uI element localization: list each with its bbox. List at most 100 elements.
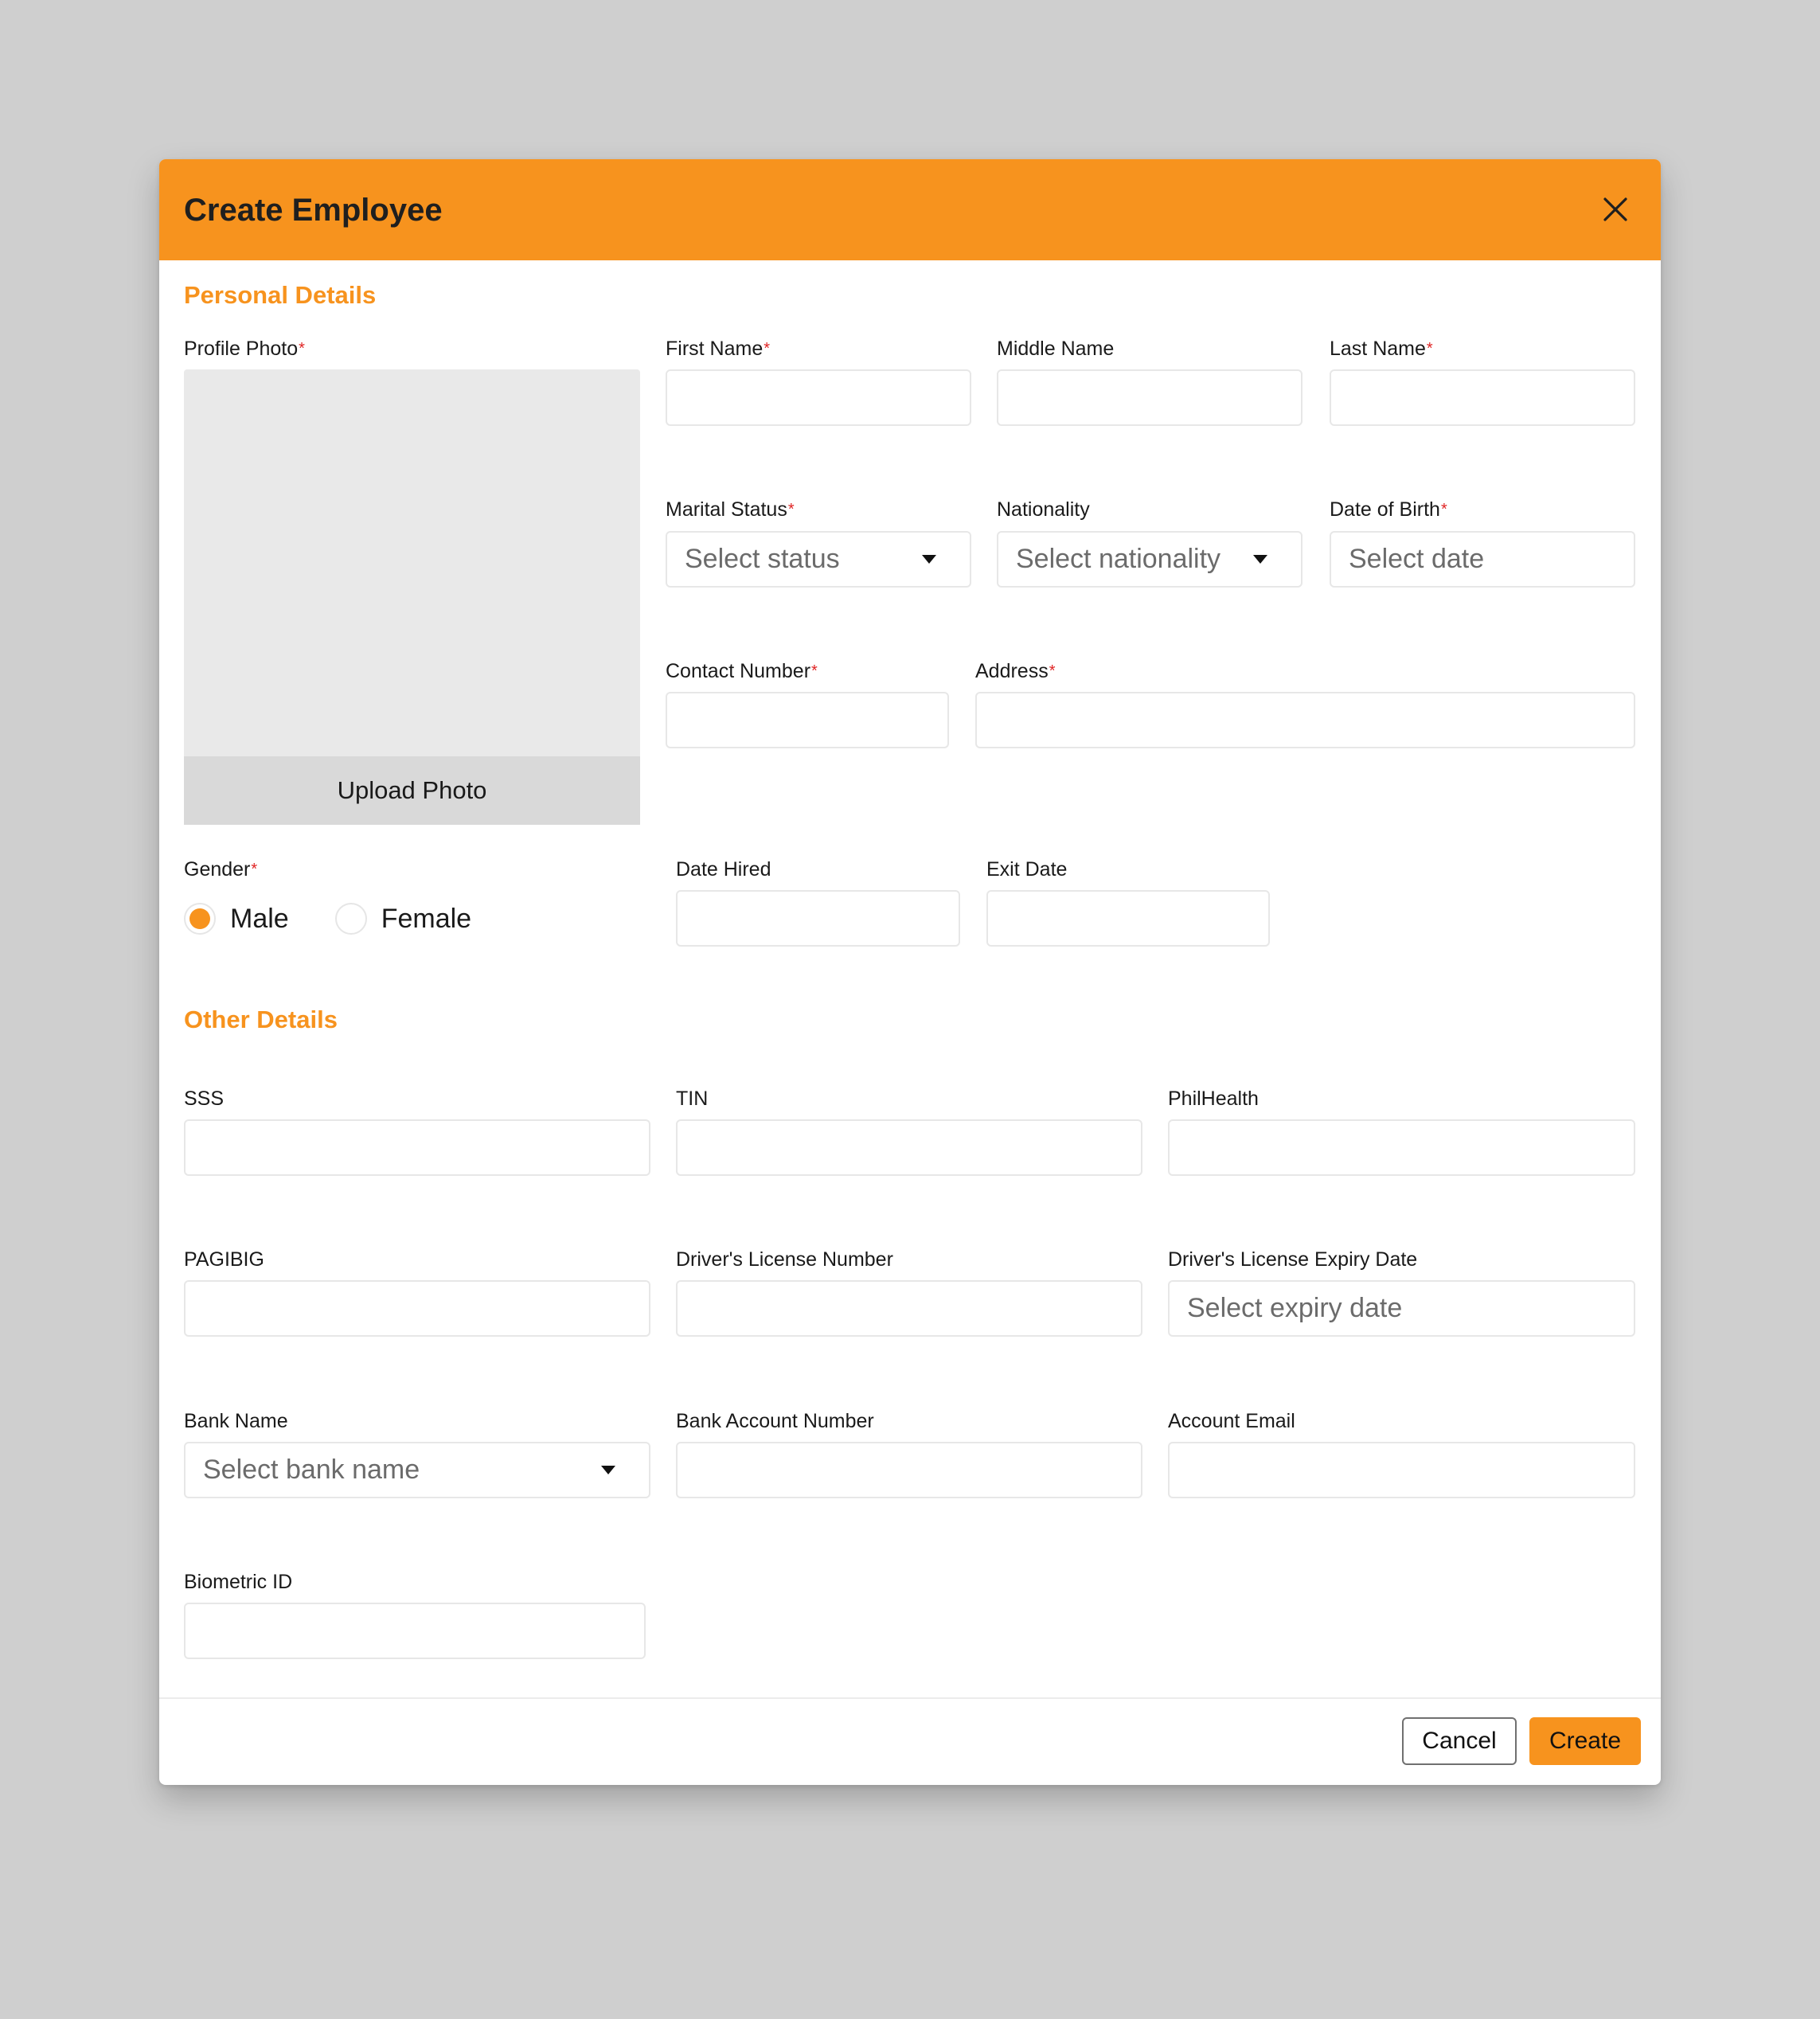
date-of-birth-label-text: Date of Birth <box>1330 498 1440 521</box>
marital-status-label-text: Marital Status <box>666 498 787 521</box>
gender-male-label: Male <box>230 903 289 934</box>
required-marker: * <box>251 861 258 878</box>
footer-divider <box>159 1697 1661 1699</box>
modal-header: Create Employee <box>159 159 1661 260</box>
close-icon <box>1603 197 1627 221</box>
last-name-label-text: Last Name <box>1330 338 1426 360</box>
profile-photo-label-text: Profile Photo <box>184 338 299 360</box>
pagibig-field[interactable] <box>184 1280 650 1337</box>
nationality-placeholder: Select nationality <box>1016 544 1221 574</box>
bank-name-label: Bank Name <box>184 1410 288 1432</box>
radio-selected-icon <box>184 903 216 935</box>
caret-down-icon <box>601 1466 615 1474</box>
contact-number-field[interactable] <box>666 692 949 748</box>
close-button[interactable] <box>1599 193 1632 226</box>
gender-radio-female[interactable]: Female <box>334 903 472 935</box>
first-name-input[interactable] <box>667 371 970 424</box>
date-hired-field[interactable] <box>676 890 960 947</box>
exit-date-input[interactable] <box>988 892 1268 945</box>
account-email-label: Account Email <box>1168 1410 1295 1432</box>
biometric-id-input[interactable] <box>186 1604 644 1658</box>
required-marker: * <box>764 340 771 357</box>
license-number-input[interactable] <box>678 1282 1141 1335</box>
date-of-birth-input[interactable] <box>1331 533 1634 586</box>
last-name-field[interactable] <box>1330 369 1635 426</box>
marital-status-placeholder: Select status <box>685 544 840 574</box>
address-label-text: Address <box>975 660 1049 682</box>
gender-female-label: Female <box>381 903 472 934</box>
gender-radio-male[interactable]: Male <box>184 903 289 935</box>
middle-name-field[interactable] <box>997 369 1303 426</box>
sss-label: SSS <box>184 1088 225 1110</box>
create-employee-modal: Create Employee Personal Details Profile… <box>159 159 1661 1785</box>
contact-number-input[interactable] <box>667 693 947 747</box>
license-expiry-input[interactable] <box>1170 1282 1634 1335</box>
profile-photo-label: Profile Photo* <box>184 337 305 361</box>
first-name-field[interactable] <box>666 369 971 426</box>
last-name-label: Last Name* <box>1330 337 1433 361</box>
cancel-button[interactable]: Cancel <box>1402 1717 1517 1765</box>
caret-down-icon <box>922 555 936 564</box>
marital-status-select[interactable]: Select status <box>666 531 971 588</box>
license-expiry-field[interactable] <box>1168 1280 1635 1337</box>
middle-name-input[interactable] <box>998 371 1301 424</box>
bank-account-input[interactable] <box>678 1443 1141 1497</box>
address-field[interactable] <box>975 692 1635 748</box>
nationality-select[interactable]: Select nationality <box>997 531 1303 588</box>
radio-unselected-icon <box>334 903 367 935</box>
required-marker: * <box>1440 501 1447 518</box>
bank-account-field[interactable] <box>676 1442 1142 1498</box>
last-name-input[interactable] <box>1331 371 1634 424</box>
required-marker: * <box>1426 340 1433 357</box>
date-hired-input[interactable] <box>678 892 959 945</box>
sss-field[interactable] <box>184 1119 650 1176</box>
contact-number-label-text: Contact Number <box>666 660 811 682</box>
address-label: Address* <box>975 659 1056 683</box>
upload-photo-button[interactable]: Upload Photo <box>184 756 640 825</box>
first-name-label: First Name* <box>666 337 770 361</box>
biometric-id-label: Biometric ID <box>184 1571 293 1593</box>
pagibig-label: PAGIBIG <box>184 1248 264 1271</box>
pagibig-input[interactable] <box>186 1282 649 1335</box>
address-input[interactable] <box>977 693 1634 747</box>
marital-status-label: Marital Status* <box>666 498 795 521</box>
license-number-field[interactable] <box>676 1280 1142 1337</box>
gender-label: Gender* <box>184 857 257 881</box>
biometric-id-field[interactable] <box>184 1603 646 1659</box>
account-email-input[interactable] <box>1170 1443 1634 1497</box>
required-marker: * <box>811 662 818 680</box>
personal-details-heading: Personal Details <box>184 281 377 309</box>
philhealth-input[interactable] <box>1170 1121 1634 1174</box>
bank-name-select[interactable]: Select bank name <box>184 1442 650 1498</box>
radio-dot <box>189 908 210 929</box>
bank-name-placeholder: Select bank name <box>203 1455 420 1485</box>
contact-number-label: Contact Number* <box>666 659 818 683</box>
philhealth-label: PhilHealth <box>1168 1088 1259 1110</box>
modal-title: Create Employee <box>184 193 443 228</box>
date-of-birth-field[interactable] <box>1330 531 1635 588</box>
nationality-label: Nationality <box>997 498 1090 521</box>
gender-label-text: Gender <box>184 858 251 881</box>
license-number-label: Driver's License Number <box>676 1248 893 1271</box>
license-expiry-label: Driver's License Expiry Date <box>1168 1248 1418 1271</box>
date-of-birth-label: Date of Birth* <box>1330 498 1447 521</box>
bank-account-label: Bank Account Number <box>676 1410 874 1432</box>
gender-radio-group: Male Female <box>184 903 517 935</box>
account-email-field[interactable] <box>1168 1442 1635 1498</box>
exit-date-label: Exit Date <box>986 858 1068 881</box>
required-marker: * <box>299 340 305 357</box>
caret-down-icon <box>1253 555 1267 564</box>
create-button[interactable]: Create <box>1529 1717 1641 1765</box>
middle-name-label: Middle Name <box>997 338 1115 360</box>
tin-field[interactable] <box>676 1119 1142 1176</box>
philhealth-field[interactable] <box>1168 1119 1635 1176</box>
profile-photo-preview[interactable]: Upload Photo <box>184 369 640 825</box>
required-marker: * <box>1049 662 1056 680</box>
sss-input[interactable] <box>186 1121 649 1174</box>
tin-label: TIN <box>676 1088 709 1110</box>
date-hired-label: Date Hired <box>676 858 771 881</box>
other-details-heading: Other Details <box>184 1006 338 1033</box>
tin-input[interactable] <box>678 1121 1141 1174</box>
first-name-label-text: First Name <box>666 338 764 360</box>
exit-date-field[interactable] <box>986 890 1270 947</box>
